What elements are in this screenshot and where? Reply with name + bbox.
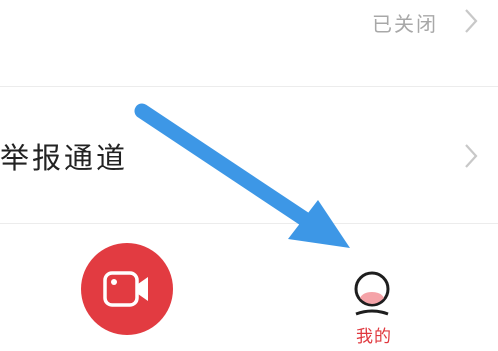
status-value: 已关闭: [372, 12, 438, 36]
tab-profile-label: 我的: [356, 327, 392, 347]
chevron-right-icon: [465, 144, 478, 168]
watermark-fade: [390, 318, 430, 346]
status-row[interactable]: 已关闭: [0, 0, 498, 86]
report-channel-row[interactable]: 举报通道: [0, 87, 498, 223]
video-camera-icon: [103, 271, 148, 307]
chevron-right-icon: [465, 9, 478, 33]
report-channel-label: 举报通道: [0, 141, 129, 175]
record-video-button[interactable]: [81, 243, 173, 335]
user-avatar-icon: [354, 271, 390, 316]
bottom-tab-bar: 我的: [0, 224, 498, 351]
tab-profile[interactable]: 我的: [338, 268, 430, 348]
